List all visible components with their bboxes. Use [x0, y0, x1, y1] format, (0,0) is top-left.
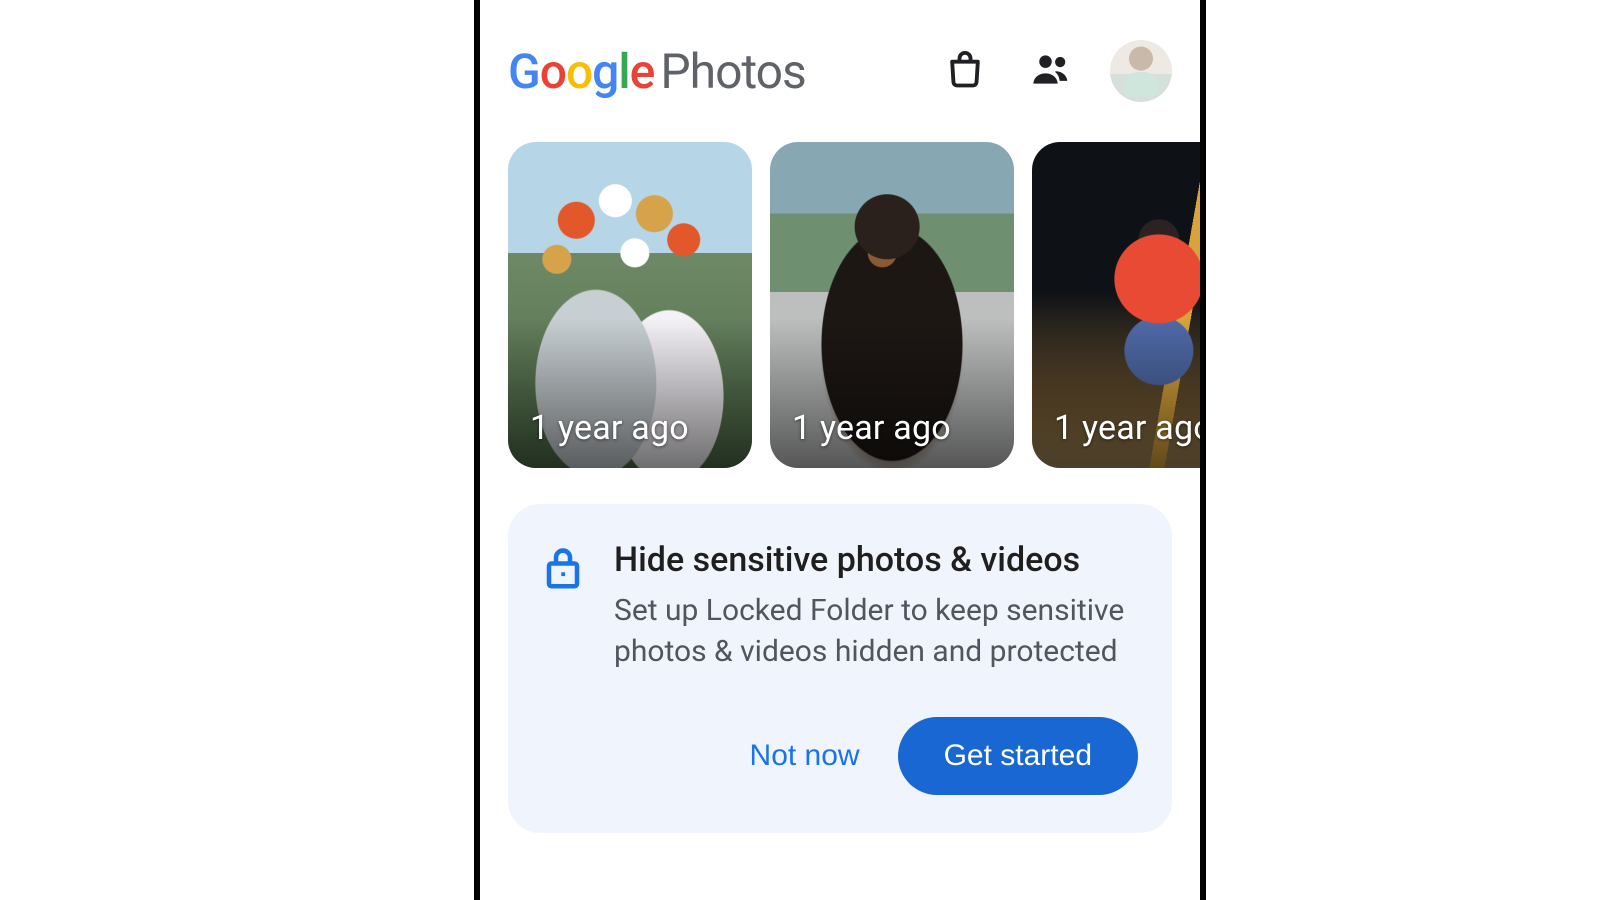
promo-text: Hide sensitive photos & videos Set up Lo…: [614, 540, 1138, 673]
people-icon: [1029, 47, 1073, 95]
account-avatar[interactable]: [1110, 40, 1172, 102]
memory-label: 1 year ago: [1054, 408, 1200, 448]
memory-card[interactable]: 1 year ago: [770, 142, 1014, 468]
brand-google: Google: [508, 43, 654, 100]
memory-label: 1 year ago: [792, 408, 951, 448]
locked-folder-promo-card: Hide sensitive photos & videos Set up Lo…: [508, 504, 1172, 833]
shopping-bag-icon: [943, 47, 987, 95]
memories-carousel[interactable]: 1 year ago 1 year ago 1 year ago: [480, 118, 1200, 468]
app-viewport: Google Photos: [474, 0, 1206, 900]
lock-icon: [542, 544, 584, 594]
memory-label: 1 year ago: [530, 408, 689, 448]
sharing-button[interactable]: [1020, 40, 1082, 102]
memory-card[interactable]: 1 year ago: [508, 142, 752, 468]
get-started-button[interactable]: Get started: [898, 717, 1138, 795]
app-brand: Google Photos: [508, 43, 910, 100]
memory-card[interactable]: 1 year ago: [1032, 142, 1200, 468]
app-header: Google Photos: [480, 0, 1200, 118]
brand-photos: Photos: [660, 43, 805, 100]
promo-title: Hide sensitive photos & videos: [614, 540, 1138, 580]
promo-subtitle: Set up Locked Folder to keep sensitive p…: [614, 590, 1138, 673]
print-store-button[interactable]: [934, 40, 996, 102]
not-now-button[interactable]: Not now: [742, 729, 868, 783]
